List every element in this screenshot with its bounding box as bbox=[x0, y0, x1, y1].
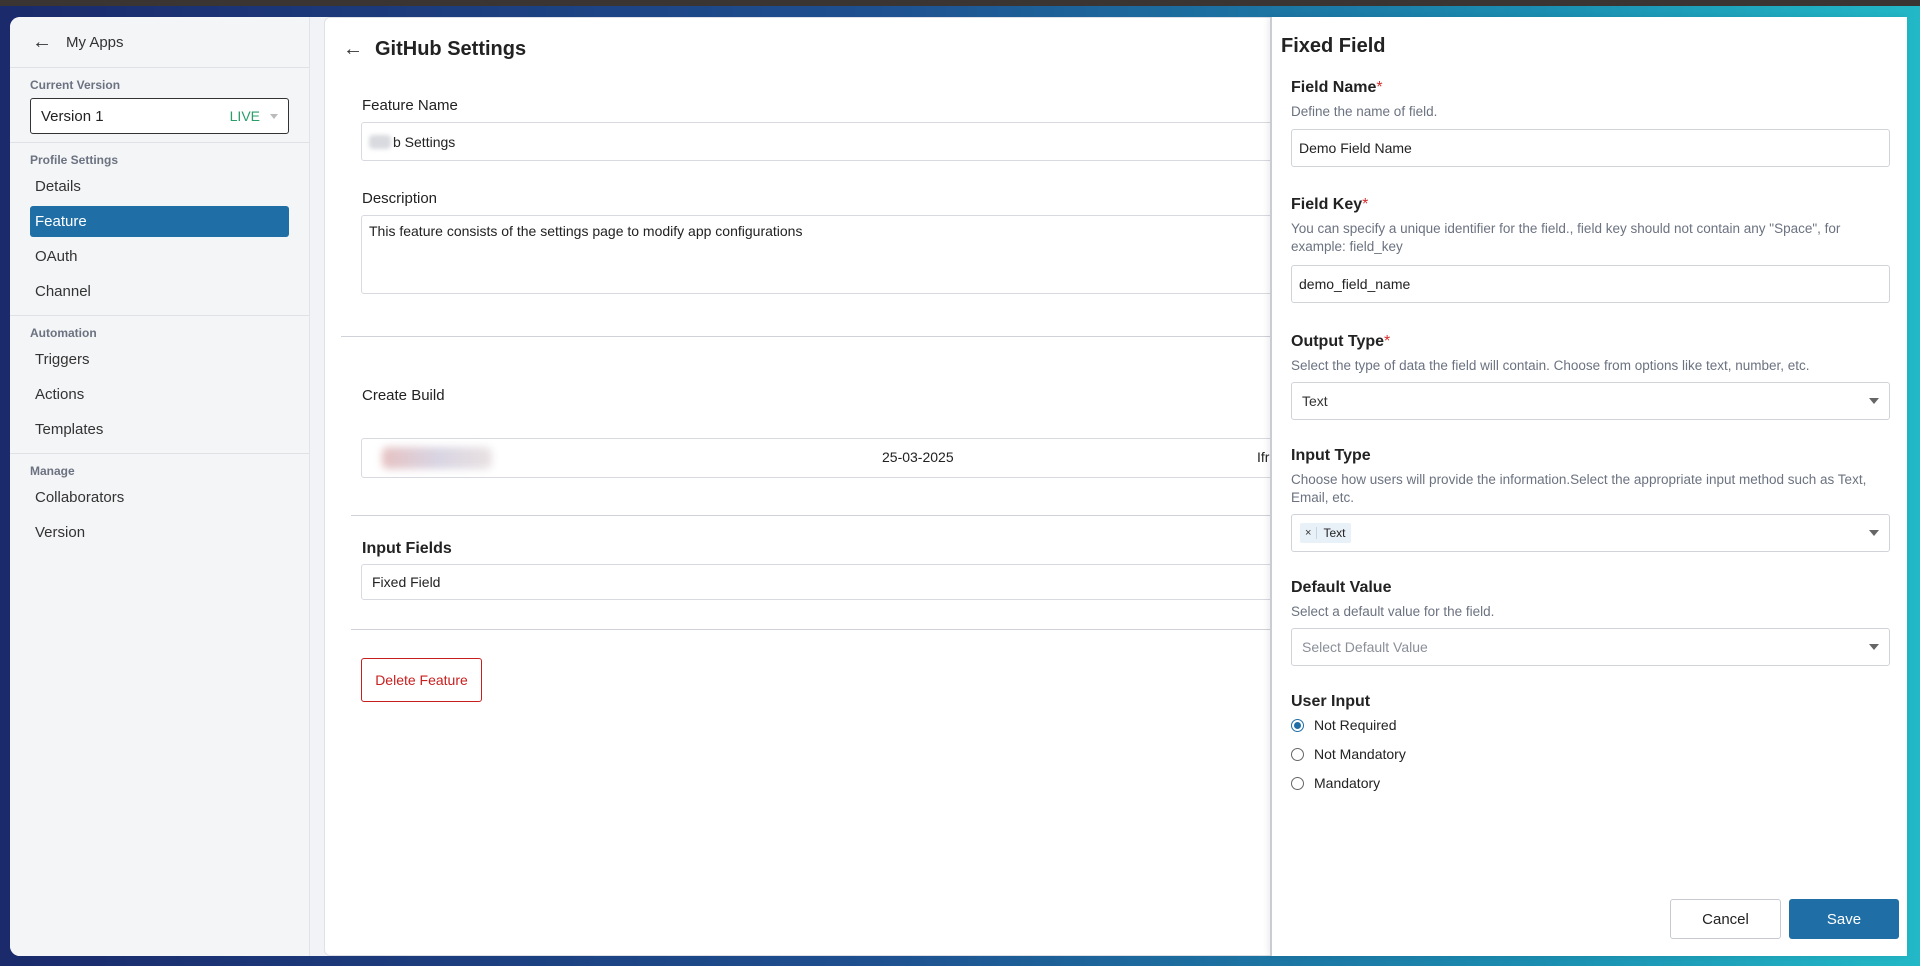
input-type-tag: × Text bbox=[1300, 523, 1352, 543]
back-to-my-apps[interactable]: ← My Apps bbox=[10, 17, 309, 67]
arrow-left-icon: ← bbox=[32, 30, 52, 53]
build-type: Ifr bbox=[1257, 449, 1270, 465]
radio-unchecked-icon[interactable] bbox=[1291, 776, 1304, 790]
radio-label: Not Required bbox=[1314, 717, 1397, 733]
save-button[interactable]: Save bbox=[1789, 899, 1899, 939]
description-label: Description bbox=[362, 190, 438, 207]
page-title: GitHub Settings bbox=[375, 38, 527, 60]
chevron-down-icon bbox=[1869, 398, 1879, 404]
create-build-label: Create Build bbox=[362, 387, 445, 404]
sidebar-item-actions[interactable]: Actions bbox=[30, 379, 289, 410]
chevron-down-icon bbox=[1869, 644, 1879, 650]
input-type-select[interactable]: × Text bbox=[1291, 514, 1890, 552]
output-type-select[interactable]: Text bbox=[1291, 382, 1890, 420]
output-type-value: Text bbox=[1302, 393, 1328, 409]
required-mark: * bbox=[1376, 79, 1383, 96]
chevron-down-icon bbox=[1869, 530, 1879, 536]
radio-unchecked-icon[interactable] bbox=[1291, 747, 1304, 761]
radio-not-mandatory[interactable]: Not Mandatory bbox=[1291, 746, 1406, 762]
output-type-label: Output Type* bbox=[1291, 333, 1390, 351]
field-name-help: Define the name of field. bbox=[1291, 104, 1438, 119]
input-type-tags: × Text bbox=[1300, 523, 1869, 543]
field-name-label-text: Field Name bbox=[1291, 79, 1377, 96]
field-name-value: Demo Field Name bbox=[1299, 140, 1412, 156]
required-mark: * bbox=[1362, 196, 1369, 213]
field-name-label: Field Name* bbox=[1291, 79, 1383, 97]
description-value: This feature consists of the settings pa… bbox=[369, 223, 803, 239]
fixed-field-drawer: Fixed Field Field Name* Define the name … bbox=[1270, 17, 1907, 956]
field-key-value: demo_field_name bbox=[1299, 276, 1411, 292]
version-value: Version 1 bbox=[41, 107, 104, 125]
default-value-help: Select a default value for the field. bbox=[1291, 604, 1495, 619]
sidebar-item-feature[interactable]: Feature bbox=[30, 206, 289, 237]
radio-label: Mandatory bbox=[1314, 775, 1381, 791]
input-field-item-label: Fixed Field bbox=[372, 574, 441, 590]
profile-settings-title: Profile Settings bbox=[30, 153, 119, 167]
default-value-select[interactable]: Select Default Value bbox=[1291, 628, 1890, 666]
tag-label: Text bbox=[1323, 526, 1346, 540]
tag-remove-icon[interactable]: × bbox=[1300, 527, 1318, 539]
radio-not-required[interactable]: Not Required bbox=[1291, 717, 1397, 733]
back-label: My Apps bbox=[66, 33, 124, 51]
window-top-bar bbox=[0, 0, 1920, 6]
radio-mandatory[interactable]: Mandatory bbox=[1291, 775, 1380, 791]
sidebar: ← My Apps Current Version Version 1 LIVE… bbox=[10, 17, 310, 956]
feature-name-value: b Settings bbox=[393, 133, 456, 150]
sidebar-item-oauth[interactable]: OAuth bbox=[30, 241, 289, 272]
input-type-help: Choose how users will provide the inform… bbox=[1291, 472, 1867, 505]
version-select[interactable]: Version 1 LIVE bbox=[30, 98, 289, 134]
sidebar-item-details[interactable]: Details bbox=[30, 171, 289, 202]
page-header: ← GitHub Settings bbox=[343, 38, 526, 61]
sidebar-item-version[interactable]: Version bbox=[30, 517, 289, 548]
default-value-placeholder: Select Default Value bbox=[1302, 639, 1428, 655]
automation-title: Automation bbox=[30, 326, 97, 340]
delete-feature-button[interactable]: Delete Feature bbox=[361, 658, 482, 702]
required-mark: * bbox=[1384, 333, 1391, 350]
output-type-help: Select the type of data the field will c… bbox=[1291, 358, 1810, 373]
cancel-button[interactable]: Cancel bbox=[1670, 899, 1781, 939]
feature-name-label: Feature Name bbox=[362, 97, 458, 114]
current-version-title: Current Version bbox=[30, 78, 121, 92]
sidebar-item-collaborators[interactable]: Collaborators bbox=[30, 482, 289, 513]
radio-label: Not Mandatory bbox=[1314, 746, 1406, 762]
user-input-label: User Input bbox=[1291, 693, 1371, 710]
drawer-title: Fixed Field bbox=[1281, 35, 1386, 57]
live-badge: LIVE bbox=[229, 108, 260, 124]
sidebar-item-templates[interactable]: Templates bbox=[30, 414, 289, 445]
field-key-help: You can specify a unique identifier for … bbox=[1291, 221, 1841, 254]
input-type-label: Input Type bbox=[1291, 447, 1371, 464]
build-date: 25-03-2025 bbox=[882, 449, 954, 465]
chevron-down-icon bbox=[270, 113, 278, 119]
sidebar-item-channel[interactable]: Channel bbox=[30, 276, 289, 307]
radio-checked-icon[interactable] bbox=[1291, 718, 1304, 732]
redacted-text bbox=[369, 134, 391, 149]
sidebar-item-triggers[interactable]: Triggers bbox=[30, 344, 289, 375]
manage-title: Manage bbox=[30, 464, 75, 478]
default-value-label: Default Value bbox=[1291, 579, 1392, 596]
redacted-build-name bbox=[382, 447, 492, 469]
field-key-input[interactable]: demo_field_name bbox=[1291, 265, 1890, 303]
input-fields-label: Input Fields bbox=[362, 540, 452, 557]
field-key-label: Field Key* bbox=[1291, 196, 1368, 214]
output-type-label-text: Output Type bbox=[1291, 333, 1385, 350]
field-name-input[interactable]: Demo Field Name bbox=[1291, 129, 1890, 167]
back-arrow-icon[interactable]: ← bbox=[343, 38, 363, 61]
field-key-label-text: Field Key bbox=[1291, 196, 1363, 213]
